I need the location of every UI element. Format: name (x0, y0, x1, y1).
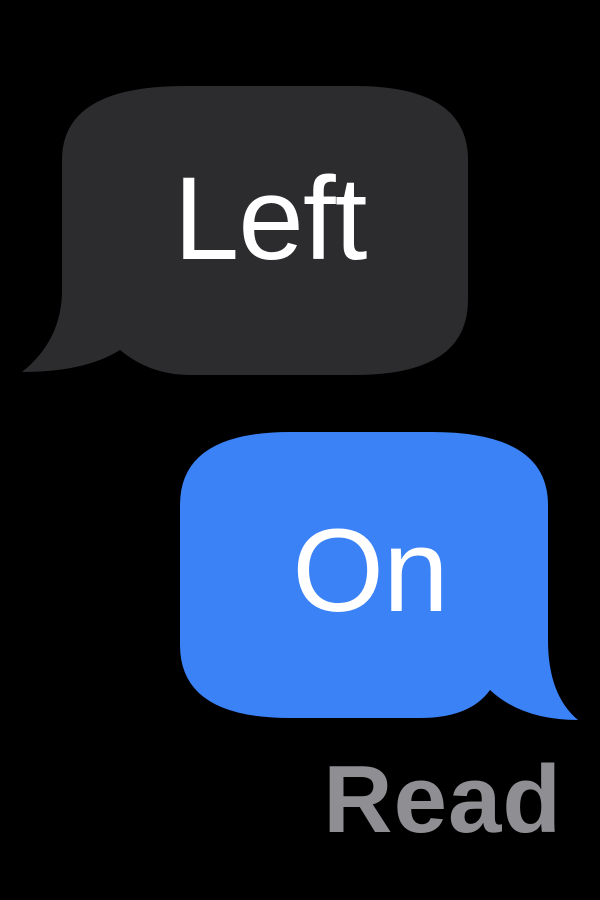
sent-message-text: On (292, 505, 448, 637)
read-receipt: Read (323, 746, 562, 853)
message-thread: Left On Read (0, 0, 600, 900)
received-message-text: Left (173, 153, 368, 285)
